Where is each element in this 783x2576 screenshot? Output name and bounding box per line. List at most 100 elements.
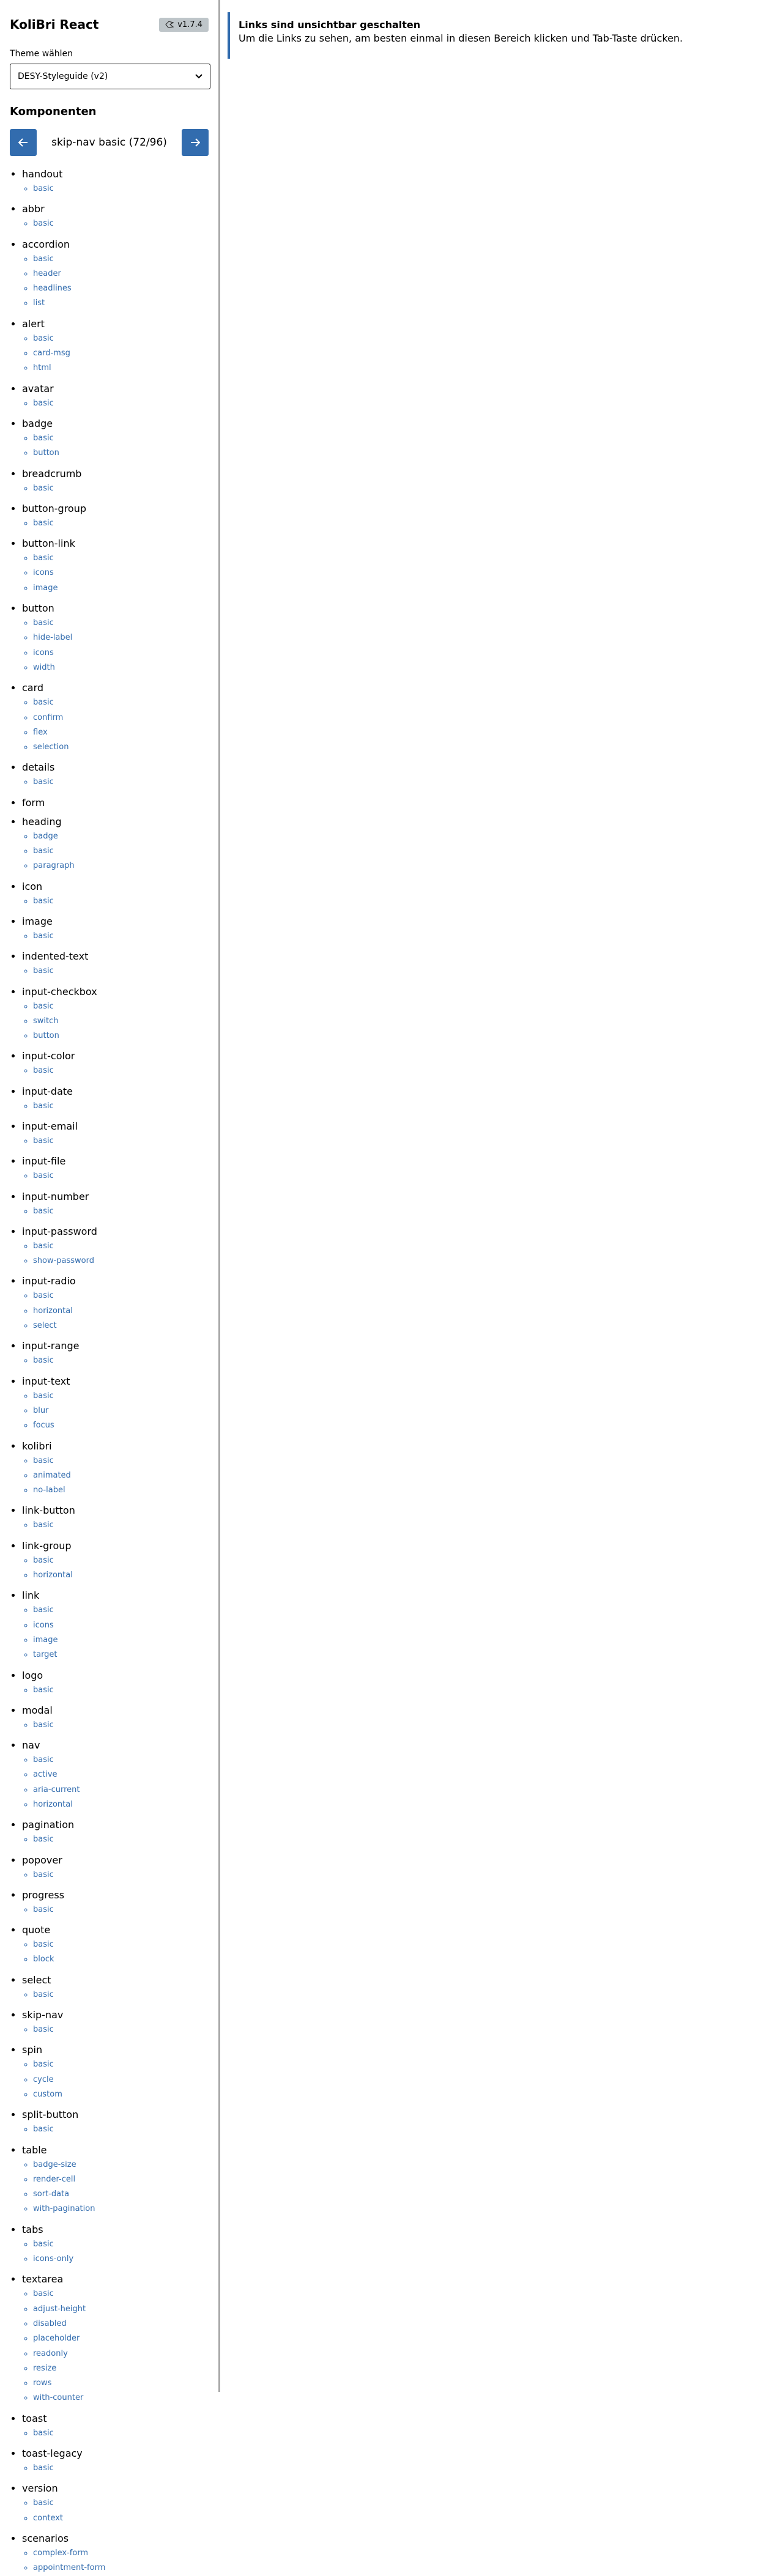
component-variant-link[interactable]: cycle bbox=[33, 2073, 209, 2087]
component-variant-link[interactable]: card-msg bbox=[33, 346, 209, 361]
component-variant-link[interactable]: sort-data bbox=[33, 2187, 209, 2202]
component-variant-link[interactable]: basic bbox=[33, 929, 209, 944]
component-variant-link[interactable]: basic bbox=[33, 1064, 209, 1078]
component-variant-link[interactable]: badge bbox=[33, 829, 209, 844]
component-variant-link[interactable]: basic bbox=[33, 1518, 209, 1533]
component-variant-link[interactable]: basic bbox=[33, 1938, 209, 1952]
component-variant-link[interactable]: icons bbox=[33, 646, 209, 661]
component-variant-link[interactable]: basic bbox=[33, 1353, 209, 1368]
component-variant-link[interactable]: blur bbox=[33, 1404, 209, 1418]
component-variant-link[interactable]: icons bbox=[33, 1618, 209, 1633]
component-variant-link[interactable]: horizontal bbox=[33, 1568, 209, 1583]
component-variant-link[interactable]: basic bbox=[33, 396, 209, 411]
component-variant-link[interactable]: aria-current bbox=[33, 1783, 209, 1797]
component-variant-link[interactable]: horizontal bbox=[33, 1797, 209, 1812]
component-variant-link[interactable]: list bbox=[33, 296, 209, 311]
component-variant-link[interactable]: basic bbox=[33, 1454, 209, 1468]
component-variant-link[interactable]: basic bbox=[33, 2023, 209, 2037]
component-variant-link[interactable]: basic bbox=[33, 1553, 209, 1568]
component-variant-link[interactable]: basic bbox=[33, 431, 209, 446]
component-variant-link[interactable]: icons bbox=[33, 566, 209, 580]
component-variant-link[interactable]: width bbox=[33, 661, 209, 675]
component-variant-link[interactable]: placeholder bbox=[33, 2331, 209, 2346]
component-variant-link[interactable]: basic bbox=[33, 2426, 209, 2441]
component-variant-link[interactable]: basic bbox=[33, 964, 209, 979]
component-variant-link[interactable]: basic bbox=[33, 2287, 209, 2301]
component-variant-link[interactable]: icons-only bbox=[33, 2252, 209, 2267]
component-variant-link[interactable]: basic bbox=[33, 775, 209, 790]
component-variant-link[interactable]: basic bbox=[33, 252, 209, 267]
component-variant-link[interactable]: basic bbox=[33, 844, 209, 859]
component-variant-link[interactable]: paragraph bbox=[33, 859, 209, 873]
component-variant-link[interactable]: basic bbox=[33, 516, 209, 531]
component-variant-link[interactable]: basic bbox=[33, 481, 209, 496]
component-variant-link[interactable]: basic bbox=[33, 1903, 209, 1917]
component-variant-link[interactable]: basic bbox=[33, 1868, 209, 1882]
component-variant-link[interactable]: html bbox=[33, 361, 209, 376]
component-variant-link[interactable]: switch bbox=[33, 1014, 209, 1029]
component-variant-link[interactable]: image bbox=[33, 1633, 209, 1648]
component-variant-link[interactable]: select bbox=[33, 1319, 209, 1333]
theme-select[interactable]: DESY-Styleguide (v2) bbox=[10, 64, 210, 89]
component-variant-link[interactable]: flex bbox=[33, 725, 209, 740]
component-variant-link[interactable]: basic bbox=[33, 1753, 209, 1767]
component-variant-link[interactable]: basic bbox=[33, 1289, 209, 1303]
component-variant-link[interactable]: basic bbox=[33, 217, 209, 231]
component-variant-link[interactable]: context bbox=[33, 2511, 209, 2526]
component-variant-link[interactable]: complex-form bbox=[33, 2546, 209, 2561]
component-variant-link[interactable]: basic bbox=[33, 1988, 209, 2002]
component-variant-link[interactable]: block bbox=[33, 1952, 209, 1967]
previous-button[interactable] bbox=[10, 129, 37, 156]
component-variant-link[interactable]: with-counter bbox=[33, 2391, 209, 2405]
component-variant-link[interactable]: basic bbox=[33, 695, 209, 710]
component-variant-link[interactable]: active bbox=[33, 1767, 209, 1782]
component-variant-link[interactable]: basic bbox=[33, 2122, 209, 2137]
component-variant-link[interactable]: header bbox=[33, 267, 209, 281]
component-variant-link[interactable]: selection bbox=[33, 740, 209, 755]
component-variant-link[interactable]: basic bbox=[33, 1239, 209, 1254]
component-variant-link[interactable]: confirm bbox=[33, 711, 209, 725]
component-variant-link[interactable]: rows bbox=[33, 2376, 209, 2391]
component-variant-link[interactable]: basic bbox=[33, 616, 209, 631]
component-variant-link[interactable]: basic bbox=[33, 894, 209, 909]
component-variant-link[interactable]: resize bbox=[33, 2361, 209, 2376]
component-variant-link[interactable]: basic bbox=[33, 331, 209, 346]
component-variant-link[interactable]: readonly bbox=[33, 2347, 209, 2361]
component-variant-link[interactable]: basic bbox=[33, 1389, 209, 1404]
component-variant-link[interactable]: badge-size bbox=[33, 2158, 209, 2172]
component-variant-link[interactable]: basic bbox=[33, 1169, 209, 1183]
component-variant-link[interactable]: image bbox=[33, 581, 209, 596]
component-variant-link[interactable]: with-pagination bbox=[33, 2202, 209, 2216]
component-variant-link[interactable]: basic bbox=[33, 1683, 209, 1698]
component-variant-link[interactable]: animated bbox=[33, 1468, 209, 1483]
component-variant-link[interactable]: basic bbox=[33, 1099, 209, 1114]
component-variant-link[interactable]: disabled bbox=[33, 2317, 209, 2331]
component-variant-link[interactable]: button bbox=[33, 1029, 209, 1043]
component-variant-link[interactable]: target bbox=[33, 1648, 209, 1662]
component-variant-link[interactable]: headlines bbox=[33, 281, 209, 296]
component-variant-link[interactable]: basic bbox=[33, 999, 209, 1014]
component-variant-link[interactable]: basic bbox=[33, 2057, 209, 2072]
component-variant-link[interactable]: custom bbox=[33, 2087, 209, 2102]
component-variant-link[interactable]: no-label bbox=[33, 1483, 209, 1498]
component-variant-link[interactable]: basic bbox=[33, 2461, 209, 2476]
component-variant-link[interactable]: basic bbox=[33, 1603, 209, 1618]
component-variant-link[interactable]: basic bbox=[33, 551, 209, 566]
component-variant-link[interactable]: button bbox=[33, 446, 209, 461]
component-variant-link[interactable]: show-password bbox=[33, 1254, 209, 1268]
component-variant-link[interactable]: basic bbox=[33, 1134, 209, 1149]
component-variant-link[interactable]: adjust-height bbox=[33, 2302, 209, 2317]
component-variant-link[interactable]: hide-label bbox=[33, 631, 209, 645]
component-variant-link[interactable]: basic bbox=[33, 2496, 209, 2511]
component-variant-link[interactable]: horizontal bbox=[33, 1304, 209, 1319]
component-variant-link[interactable]: basic bbox=[33, 2237, 209, 2252]
component-variant-link[interactable]: appointment-form bbox=[33, 2561, 209, 2575]
component-variant-link[interactable]: basic bbox=[33, 1832, 209, 1847]
component-variant-link[interactable]: focus bbox=[33, 1418, 209, 1433]
component-variant-link[interactable]: basic bbox=[33, 1718, 209, 1733]
component-variant-link[interactable]: render-cell bbox=[33, 2172, 209, 2187]
component-variant-link[interactable]: basic bbox=[33, 182, 209, 196]
hidden-links-notice[interactable]: Links sind unsichtbar geschalten Um die … bbox=[228, 12, 777, 59]
component-variant-link[interactable]: basic bbox=[33, 1204, 209, 1219]
next-button[interactable] bbox=[182, 129, 209, 156]
